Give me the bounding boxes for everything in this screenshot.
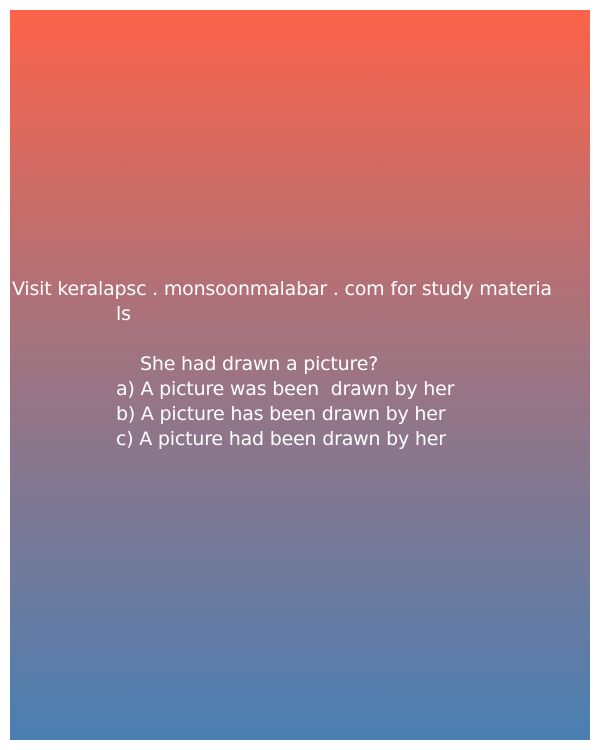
option-a: a) A picture was been drawn by her <box>116 378 455 400</box>
promo-text-line-1: Visit keralapsc . monsoonmalabar . com f… <box>12 278 552 300</box>
option-b: b) A picture has been drawn by her <box>116 403 446 425</box>
promo-text-line-2: ls <box>116 303 131 325</box>
question-text: She had drawn a picture? <box>140 353 379 375</box>
question-card: Visit keralapsc . monsoonmalabar . com f… <box>10 10 590 740</box>
option-c: c) A picture had been drawn by her <box>116 428 446 450</box>
